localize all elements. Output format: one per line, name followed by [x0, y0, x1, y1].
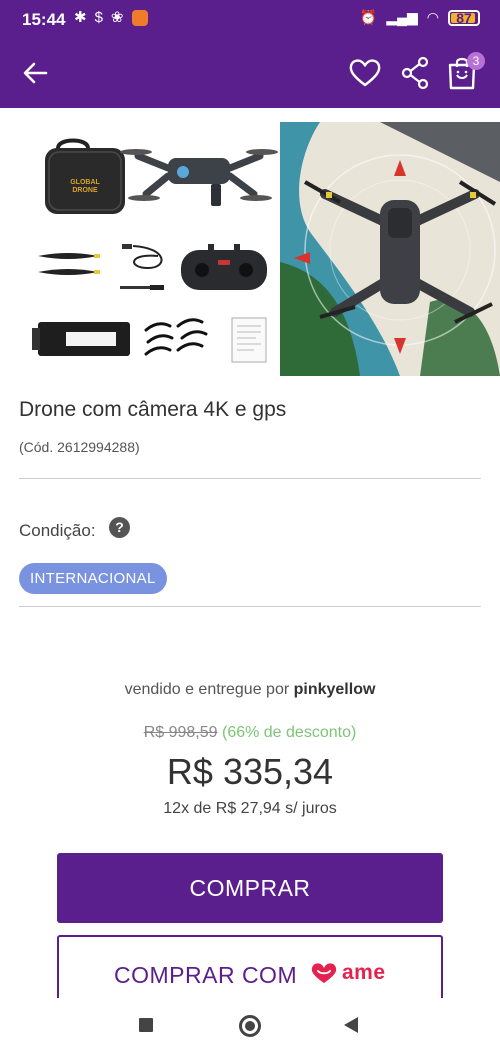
product-image-aerial[interactable]: [280, 122, 500, 376]
drone-image: [120, 149, 278, 206]
dollar-icon: $: [94, 9, 103, 26]
battery-level: 87: [456, 9, 472, 26]
cart-count-badge: 3: [467, 52, 485, 70]
status-bar: 15:44 ✱ $ ❀ ⏰ ▂▄▆ ◠ 87: [0, 0, 500, 38]
home-icon[interactable]: [239, 1015, 261, 1037]
battery-icon: 87: [448, 9, 480, 26]
signal-icon: ▂▄▆: [386, 9, 418, 25]
product-code: (Cód. 2612994288): [19, 439, 140, 455]
propellers-image: [38, 253, 100, 275]
controller-image: [181, 244, 267, 290]
buy-with-label: COMPRAR COM: [114, 962, 298, 988]
svg-text:GLOBAL: GLOBAL: [70, 179, 100, 186]
old-price-row: R$ 998,59 (66% de desconto): [0, 724, 500, 742]
divider: [19, 478, 481, 479]
product-image-kit[interactable]: GLOBAL DRONE: [18, 118, 280, 376]
usb-cable-image: [120, 244, 164, 290]
buy-button[interactable]: COMPRAR: [57, 853, 443, 923]
seller-name[interactable]: pinkyellow: [294, 681, 376, 698]
buy-with-ame-button[interactable]: COMPRAR COM ame: [57, 935, 443, 999]
installments-info: 12x de R$ 27,94 s/ juros: [163, 800, 337, 817]
app-bar: 3: [0, 38, 500, 108]
share-icon[interactable]: [400, 56, 430, 90]
condition-chip: INTERNACIONAL: [19, 563, 167, 594]
status-right-icons: ⏰ ▂▄▆ ◠ 87: [360, 9, 480, 26]
old-price: R$ 998,59: [143, 724, 218, 741]
back-triangle-icon[interactable]: [344, 1017, 358, 1033]
system-navigation-bar: [0, 998, 500, 1056]
ame-heart-icon: [311, 963, 337, 983]
ame-brand-text: ame: [342, 961, 386, 984]
wifi-icon: ◠: [426, 9, 439, 25]
carry-case-image: GLOBAL DRONE: [45, 138, 125, 214]
product-title: Drone com câmera 4K e gps: [19, 398, 287, 421]
svg-text:DRONE: DRONE: [72, 187, 98, 194]
alarm-off-icon: ⏰: [359, 9, 378, 25]
landing-gear-image: [144, 318, 208, 356]
drone-battery-image: [32, 322, 130, 356]
discount-label: (66% de desconto): [221, 724, 357, 741]
arrow-left-icon[interactable]: [20, 58, 50, 88]
app-notification-icon: [131, 10, 148, 26]
status-left-icons: ✱ $ ❀: [74, 9, 148, 27]
condition-label: Condição:: [19, 521, 96, 540]
seller-info: vendido e entregue por pinkyellow: [0, 681, 500, 699]
divider: [19, 606, 481, 607]
ame-logo: ame: [310, 961, 386, 985]
chat-icon: ❀: [110, 9, 124, 26]
recent-apps-icon[interactable]: [139, 1018, 153, 1032]
manual-image: [231, 317, 267, 363]
bluetooth-icon: ✱: [74, 9, 87, 26]
help-icon[interactable]: ?: [109, 517, 130, 538]
status-time: 15:44: [22, 10, 66, 29]
seller-prefix: vendido e entregue por: [124, 681, 294, 698]
heart-icon[interactable]: [348, 56, 382, 90]
current-price: R$ 335,34: [166, 751, 334, 792]
